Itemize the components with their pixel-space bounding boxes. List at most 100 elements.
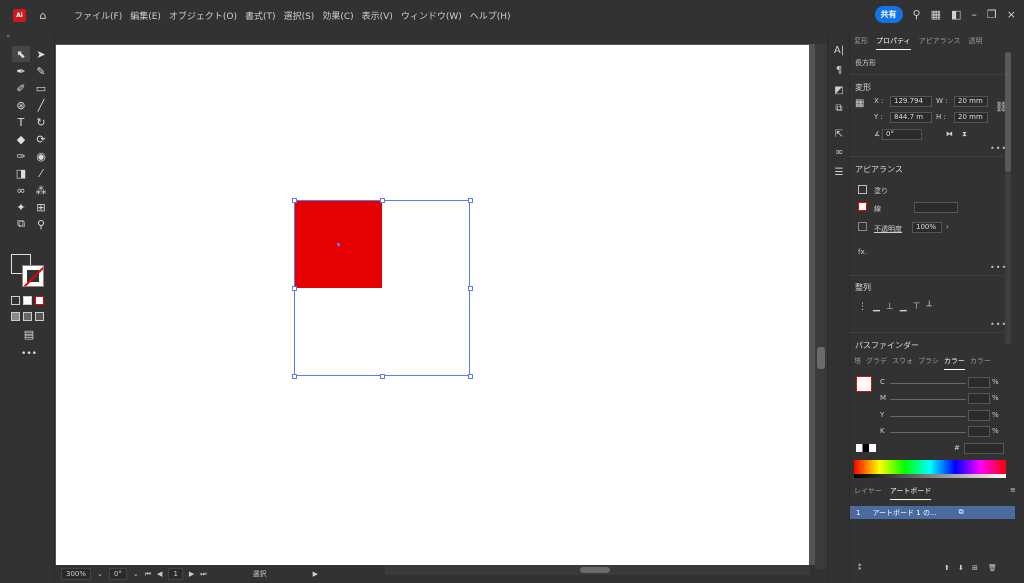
document-info-icon[interactable]: ☰ bbox=[833, 166, 845, 178]
artboard-options-icon[interactable]: ⧉ bbox=[959, 508, 964, 517]
fx-button[interactable]: fx. bbox=[858, 248, 867, 256]
measure-tool-icon[interactable]: ⁄ bbox=[32, 165, 50, 181]
tab-artboards[interactable]: アートボード bbox=[889, 486, 932, 500]
delete-icon[interactable]: 🗑 bbox=[988, 564, 997, 572]
next-artboard-icon[interactable]: ▶ bbox=[189, 570, 194, 578]
menu-edit[interactable]: 編集(E) bbox=[130, 9, 161, 22]
tab-color[interactable]: カラー bbox=[943, 356, 965, 370]
chevron-down-icon[interactable]: ⌄ bbox=[97, 570, 103, 578]
gradient-tool-icon[interactable]: ◨ bbox=[12, 165, 30, 181]
minimize-icon[interactable]: – bbox=[971, 8, 977, 21]
align-buttons-icon[interactable]: ⋮▁⊥▁⊤┴ bbox=[858, 302, 938, 312]
tab-gradient[interactable]: グラデ bbox=[866, 356, 887, 370]
gradient-mode-icon[interactable] bbox=[23, 296, 32, 305]
c-slider[interactable] bbox=[890, 383, 966, 384]
none-black-white-swatches[interactable] bbox=[856, 444, 876, 452]
shape-builder-tool-icon[interactable]: ◉ bbox=[32, 148, 50, 164]
tab-color-guide[interactable]: カラー bbox=[970, 356, 991, 370]
tab-transparency[interactable]: 透明 bbox=[968, 36, 982, 50]
screen-mode-icon[interactable]: ▤ bbox=[20, 326, 38, 342]
vertical-scroll-thumb[interactable] bbox=[817, 347, 825, 369]
restore-icon[interactable]: ❐ bbox=[987, 8, 997, 21]
paragraph-icon[interactable]: ¶ bbox=[833, 64, 845, 76]
stroke-icon[interactable] bbox=[858, 202, 867, 211]
tab-layers[interactable]: レイヤー bbox=[854, 486, 882, 500]
selection-tool-icon[interactable]: ⬉ bbox=[12, 46, 30, 62]
links-icon[interactable]: ⧉ bbox=[833, 102, 845, 114]
menu-view[interactable]: 表示(V) bbox=[362, 9, 393, 22]
panel-scrollbar[interactable] bbox=[1005, 52, 1011, 344]
selection-bounding-box[interactable] bbox=[294, 200, 470, 376]
menu-type[interactable]: 書式(T) bbox=[245, 9, 276, 22]
resize-handle[interactable] bbox=[292, 198, 297, 203]
menu-help[interactable]: ヘルプ(H) bbox=[470, 9, 511, 22]
first-artboard-icon[interactable]: ⏮ bbox=[145, 570, 151, 579]
k-field[interactable] bbox=[968, 426, 990, 437]
last-artboard-icon[interactable]: ⏭ bbox=[200, 570, 206, 579]
panel-layout-icon[interactable]: ◧ bbox=[951, 8, 961, 21]
m-field[interactable] bbox=[968, 393, 990, 404]
draw-normal-icon[interactable] bbox=[11, 312, 20, 321]
move-down-icon[interactable]: ⬇ bbox=[958, 564, 964, 572]
slice-tool-icon[interactable]: ⧉ bbox=[12, 216, 30, 232]
new-artboard-icon[interactable]: ⊞ bbox=[972, 564, 978, 572]
menu-select[interactable]: 選択(S) bbox=[284, 9, 315, 22]
y-field[interactable] bbox=[968, 410, 990, 421]
resize-handle[interactable] bbox=[292, 286, 297, 291]
reference-point-icon[interactable]: ▦ bbox=[855, 98, 864, 109]
libraries-icon[interactable]: ◩ bbox=[833, 84, 845, 96]
rotate-tool-icon[interactable]: ↻ bbox=[32, 114, 50, 130]
artboard-index-field[interactable]: 1 bbox=[168, 568, 183, 580]
draw-inside-icon[interactable] bbox=[35, 312, 44, 321]
collapse-icon[interactable]: « bbox=[6, 32, 10, 40]
artboard-tool-icon[interactable]: ⊞ bbox=[32, 199, 50, 215]
width-field[interactable]: 20 mm bbox=[954, 96, 988, 107]
menu-effect[interactable]: 効果(C) bbox=[322, 9, 353, 22]
color-spectrum[interactable] bbox=[854, 460, 1006, 474]
artboard-list-item[interactable]: 1 アートボード 1 の... ⧉ bbox=[850, 506, 1015, 519]
link-chain-icon[interactable]: ∞ bbox=[833, 146, 845, 158]
fill-stroke-swatches[interactable] bbox=[11, 254, 44, 290]
status-menu-icon[interactable]: ▶ bbox=[313, 570, 318, 578]
resize-handle[interactable] bbox=[468, 286, 473, 291]
resize-handle[interactable] bbox=[292, 374, 297, 379]
tab-appearance[interactable]: アピアランス bbox=[919, 36, 961, 50]
pencil-tool-icon[interactable]: ╱ bbox=[32, 97, 50, 113]
pen-tool-icon[interactable]: ✒ bbox=[12, 63, 30, 79]
c-field[interactable] bbox=[968, 377, 990, 388]
menu-file[interactable]: ファイル(F) bbox=[74, 9, 122, 22]
hex-field[interactable] bbox=[964, 443, 1004, 454]
grayscale-spectrum[interactable] bbox=[854, 474, 1006, 478]
workspace-grid-icon[interactable]: ▦ bbox=[931, 8, 941, 21]
tab-properties[interactable]: プロパティ bbox=[876, 36, 911, 50]
horizontal-scrollbar[interactable] bbox=[380, 565, 810, 575]
direct-selection-tool-icon[interactable]: ➤ bbox=[32, 46, 50, 62]
flip-vertical-icon[interactable]: ⧗ bbox=[962, 130, 967, 139]
height-field[interactable]: 20 mm bbox=[954, 112, 988, 123]
resize-handle[interactable] bbox=[380, 374, 385, 379]
draw-behind-icon[interactable] bbox=[23, 312, 32, 321]
tab-transform[interactable]: 変形 bbox=[854, 36, 868, 50]
flip-horizontal-icon[interactable]: ⧓ bbox=[946, 130, 953, 138]
tab-stroke[interactable]: 塔 bbox=[854, 356, 861, 370]
resize-handle[interactable] bbox=[468, 374, 473, 379]
curvature-tool-icon[interactable]: ✎ bbox=[32, 63, 50, 79]
stroke-weight-field[interactable] bbox=[914, 202, 958, 213]
character-icon[interactable]: A| bbox=[833, 44, 845, 56]
blend-tool-icon[interactable]: ∞ bbox=[12, 182, 30, 198]
tab-swatches[interactable]: スウォ bbox=[892, 356, 913, 370]
type-tool-icon[interactable]: T bbox=[12, 114, 30, 130]
prev-artboard-icon[interactable]: ◀ bbox=[157, 570, 162, 578]
horizontal-scroll-thumb[interactable] bbox=[580, 567, 610, 573]
color-mode-icon[interactable] bbox=[11, 296, 20, 305]
m-slider[interactable] bbox=[890, 399, 966, 400]
export-icon[interactable]: ⇱ bbox=[833, 128, 845, 140]
resize-handle[interactable] bbox=[468, 198, 473, 203]
move-up-icon[interactable]: ⬆ bbox=[944, 564, 950, 572]
home-icon[interactable]: ⌂ bbox=[36, 8, 50, 22]
stroke-swatch[interactable] bbox=[22, 265, 44, 287]
shaper-tool-icon[interactable]: ⊛ bbox=[12, 97, 30, 113]
eraser-tool-icon[interactable]: ◆ bbox=[12, 131, 30, 147]
fill-icon[interactable] bbox=[858, 185, 867, 194]
pin-tool-icon[interactable]: ✦ bbox=[12, 199, 30, 215]
